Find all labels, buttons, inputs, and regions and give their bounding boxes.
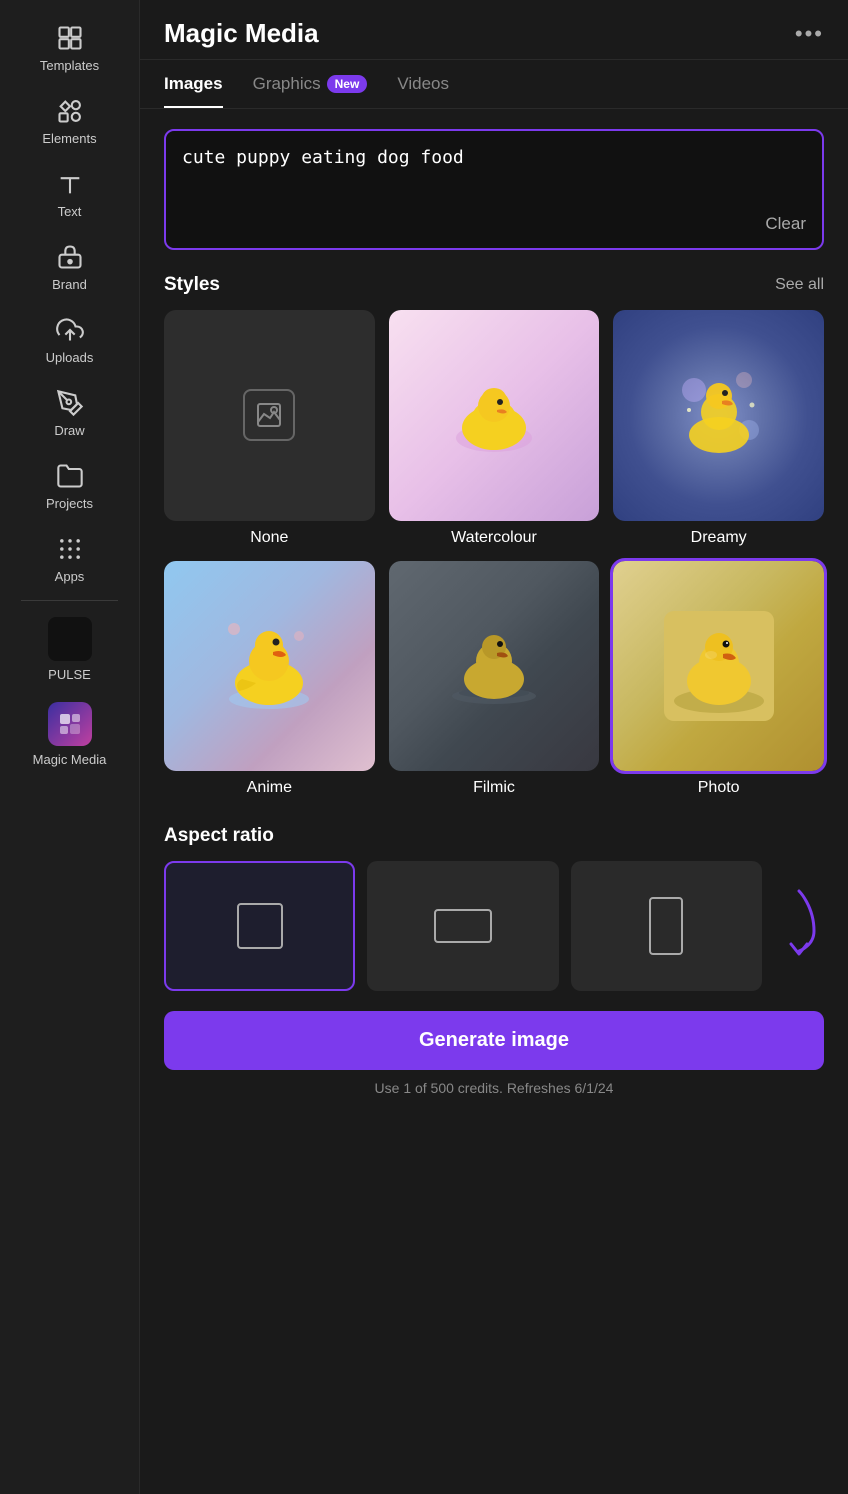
watercolour-duck-svg xyxy=(439,360,549,470)
aspect-landscape[interactable] xyxy=(367,861,558,991)
styles-title: Styles xyxy=(164,274,220,296)
sidebar-item-brand[interactable]: Brand xyxy=(0,229,139,302)
grid-icon xyxy=(56,24,84,52)
style-label-none: None xyxy=(250,529,288,547)
filmic-duck-svg xyxy=(439,611,549,721)
page-header: Magic Media ••• xyxy=(140,0,848,60)
new-badge: New xyxy=(327,75,368,93)
pulse-icon xyxy=(48,617,92,661)
sidebar-label-brand: Brand xyxy=(52,277,87,292)
style-photo[interactable]: Photo xyxy=(613,561,824,798)
photo-duck-svg xyxy=(664,611,774,721)
aspect-more-arrow[interactable] xyxy=(774,886,824,966)
tab-graphics[interactable]: Graphics New xyxy=(253,74,368,108)
apps-icon xyxy=(56,535,84,563)
aspect-ratio-grid xyxy=(164,861,824,991)
dreamy-duck-svg xyxy=(664,360,774,470)
style-watercolour[interactable]: Watercolour xyxy=(389,310,600,547)
clear-button[interactable]: Clear xyxy=(765,214,806,234)
sidebar-label-projects: Projects xyxy=(46,496,93,511)
prompt-input[interactable]: cute puppy eating dog food xyxy=(182,147,806,227)
aspect-ratio-header: Aspect ratio xyxy=(164,825,824,847)
tab-videos[interactable]: Videos xyxy=(397,74,449,108)
page-title: Magic Media xyxy=(164,18,319,49)
square-icon xyxy=(237,903,283,949)
style-thumb-watercolour xyxy=(389,310,600,521)
tab-images[interactable]: Images xyxy=(164,74,223,108)
style-thumb-photo xyxy=(613,561,824,772)
style-label-watercolour: Watercolour xyxy=(451,529,537,547)
sidebar-item-magic-media[interactable]: Magic Media xyxy=(0,692,139,777)
sidebar-item-draw[interactable]: Draw xyxy=(0,375,139,448)
style-thumb-dreamy xyxy=(613,310,824,521)
magic-media-icon xyxy=(48,702,92,746)
content-area: cute puppy eating dog food Clear Styles … xyxy=(140,109,848,1494)
aspect-ratio-section: Aspect ratio xyxy=(164,825,824,991)
style-label-filmic: Filmic xyxy=(473,779,515,797)
styles-header: Styles See all xyxy=(164,274,824,296)
sidebar-label-pulse: PULSE xyxy=(48,667,91,682)
aspect-portrait[interactable] xyxy=(571,861,762,991)
landscape-icon xyxy=(434,909,492,943)
style-anime[interactable]: Anime xyxy=(164,561,375,798)
elements-icon xyxy=(56,97,84,125)
style-label-photo: Photo xyxy=(698,779,740,797)
portrait-icon xyxy=(649,897,683,955)
sidebar: Templates Elements Text Brand Up xyxy=(0,0,140,1494)
curved-arrow-icon xyxy=(779,886,819,966)
sidebar-item-uploads[interactable]: Uploads xyxy=(0,302,139,375)
sidebar-label-draw: Draw xyxy=(54,423,84,438)
style-thumb-none xyxy=(164,310,375,521)
brand-icon xyxy=(56,243,84,271)
sidebar-item-elements[interactable]: Elements xyxy=(0,83,139,156)
main-content: Magic Media ••• Images Graphics New Vide… xyxy=(140,0,848,1494)
sidebar-label-apps: Apps xyxy=(55,569,85,584)
sidebar-label-elements: Elements xyxy=(42,131,96,146)
style-label-anime: Anime xyxy=(247,779,292,797)
style-thumb-filmic xyxy=(389,561,600,772)
draw-icon xyxy=(56,389,84,417)
style-thumb-anime xyxy=(164,561,375,772)
projects-icon xyxy=(56,462,84,490)
aspect-square[interactable] xyxy=(164,861,355,991)
sidebar-label-templates: Templates xyxy=(40,58,99,73)
footer-credits: Use 1 of 500 credits. Refreshes 6/1/24 xyxy=(164,1080,824,1106)
style-filmic[interactable]: Filmic xyxy=(389,561,600,798)
sidebar-item-text[interactable]: Text xyxy=(0,156,139,229)
sidebar-label-text: Text xyxy=(58,204,82,219)
sidebar-label-magic-media: Magic Media xyxy=(33,752,107,767)
aspect-ratio-title: Aspect ratio xyxy=(164,825,274,847)
style-dreamy[interactable]: Dreamy xyxy=(613,310,824,547)
text-icon xyxy=(56,170,84,198)
sidebar-divider xyxy=(21,600,118,601)
sidebar-item-pulse[interactable]: PULSE xyxy=(0,607,139,692)
sidebar-label-uploads: Uploads xyxy=(46,350,94,365)
see-all-button[interactable]: See all xyxy=(775,276,824,294)
sidebar-item-projects[interactable]: Projects xyxy=(0,448,139,521)
more-options-button[interactable]: ••• xyxy=(795,21,824,47)
sidebar-item-templates[interactable]: Templates xyxy=(0,10,139,83)
prompt-container: cute puppy eating dog food Clear xyxy=(164,129,824,250)
style-label-dreamy: Dreamy xyxy=(691,529,747,547)
anime-duck-svg xyxy=(214,611,324,721)
styles-grid: None Watercolour xyxy=(164,310,824,797)
generate-button[interactable]: Generate image xyxy=(164,1011,824,1070)
tab-bar: Images Graphics New Videos xyxy=(140,60,848,109)
sidebar-item-apps[interactable]: Apps xyxy=(0,521,139,594)
style-none[interactable]: None xyxy=(164,310,375,547)
upload-icon xyxy=(56,316,84,344)
